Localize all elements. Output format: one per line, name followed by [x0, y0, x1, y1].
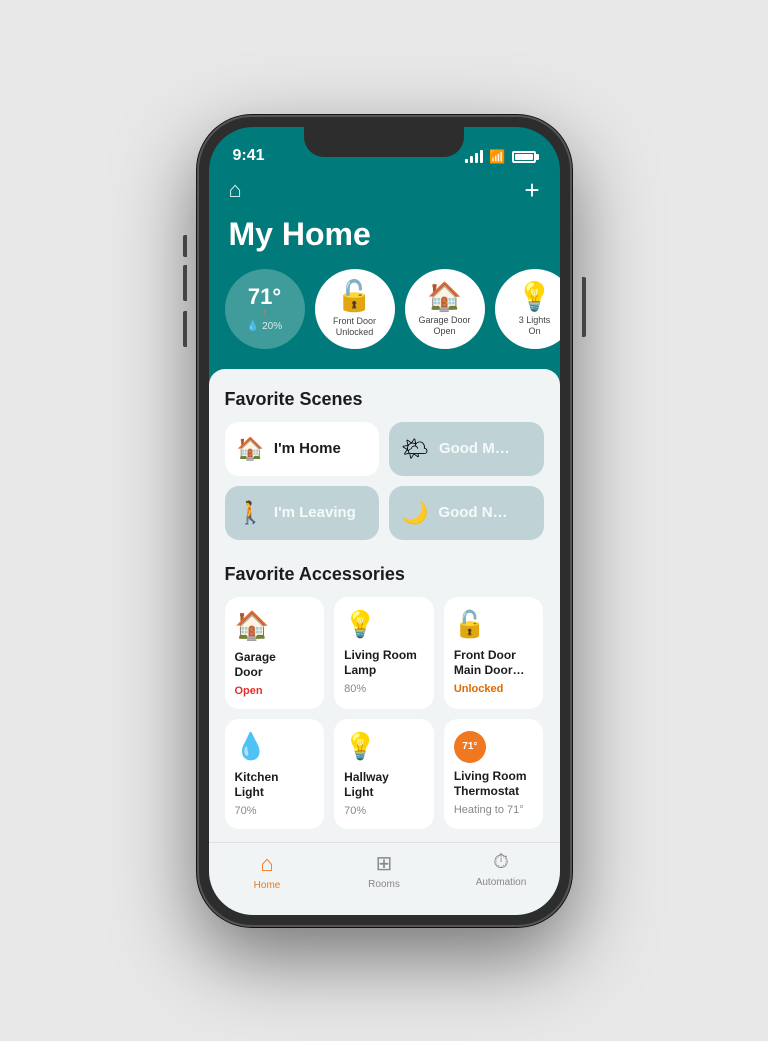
good-morning-icon: 🌤	[401, 436, 429, 462]
garage-door-name: GarageDoor	[235, 650, 315, 681]
lamp-status: 80%	[344, 683, 424, 695]
good-night-icon: 🌙	[401, 500, 428, 526]
status-icons: 📶	[465, 149, 535, 165]
add-button[interactable]: +	[524, 175, 539, 206]
garage-icon: 🏠	[427, 280, 462, 313]
rooms-tab-label: Rooms	[368, 879, 400, 890]
im-leaving-icon: 🚶	[237, 500, 264, 526]
scenes-title: Favorite Scenes	[225, 389, 544, 410]
phone-screen: 9:41 📶 ⌂ + My Home	[209, 127, 560, 915]
garage-label: Garage DoorOpen	[418, 315, 470, 337]
front-door-lock-name: Front DoorMain Door…	[454, 648, 534, 679]
im-home-label: I'm Home	[274, 440, 341, 457]
lamp-icon: 💡	[344, 609, 424, 640]
lights-label: 3 LightsOn	[519, 315, 551, 337]
home-tab-icon: ⌂	[260, 851, 273, 877]
page-title: My Home	[209, 216, 560, 269]
automation-tab-label: Automation	[476, 877, 527, 888]
main-section: Favorite Scenes 🏠 I'm Home 🌤 Good M… 🚶	[209, 369, 560, 842]
scroll-area[interactable]: 71° ↑ 💧 20% 🔓 Front DoorUnlocked 🏠 Garag…	[209, 269, 560, 842]
scene-good-night[interactable]: 🌙 Good N…	[389, 486, 544, 540]
accessories-title: Favorite Accessories	[225, 564, 544, 585]
acc-kitchen-light[interactable]: 💧 KitchenLight 70%	[225, 719, 325, 829]
humidity-value: 💧 20%	[247, 321, 282, 332]
scene-good-morning[interactable]: 🌤 Good M…	[389, 422, 544, 476]
status-row: 71° ↑ 💧 20% 🔓 Front DoorUnlocked 🏠 Garag…	[209, 269, 560, 369]
im-leaving-label: I'm Leaving	[274, 504, 356, 521]
wifi-icon: 📶	[489, 149, 505, 165]
tab-rooms[interactable]: ⊞ Rooms	[326, 851, 443, 891]
kitchen-light-status: 70%	[235, 805, 315, 817]
tab-bar: ⌂ Home ⊞ Rooms ⏱ Automation	[209, 842, 560, 915]
automation-tab-icon: ⏱	[493, 851, 509, 874]
front-door-lock-status: Unlocked	[454, 683, 534, 695]
front-door-label: Front DoorUnlocked	[333, 316, 376, 338]
garage-door-status: Open	[235, 685, 315, 697]
mute-button[interactable]	[183, 235, 187, 257]
status-time: 9:41	[233, 147, 265, 165]
home-nav-icon[interactable]: ⌂	[229, 177, 242, 203]
scenes-grid: 🏠 I'm Home 🌤 Good M… 🚶 I'm Leaving	[225, 422, 544, 540]
power-button[interactable]	[582, 277, 586, 337]
thermostat-name: Living RoomThermostat	[454, 769, 534, 800]
accessories-grid: 🏠 GarageDoor Open 💡 Living RoomLamp 80% …	[225, 597, 544, 829]
acc-front-door-lock[interactable]: 🔓 Front DoorMain Door… Unlocked	[444, 597, 544, 709]
battery-icon	[512, 151, 536, 163]
weather-tile[interactable]: 71° ↑ 💧 20%	[225, 269, 305, 349]
front-door-lock-icon: 🔓	[454, 609, 534, 640]
im-home-icon: 🏠	[237, 436, 264, 462]
lights-tile[interactable]: 💡 3 LightsOn	[495, 269, 560, 349]
good-morning-label: Good M…	[439, 440, 510, 457]
kitchen-light-icon: 💧	[235, 731, 315, 762]
rooms-tab-icon: ⊞	[376, 851, 393, 876]
tab-home[interactable]: ⌂ Home	[209, 851, 326, 891]
temp-trend-icon: ↑	[262, 308, 267, 319]
good-night-label: Good N…	[438, 504, 507, 521]
acc-thermostat[interactable]: 71° Living RoomThermostat Heating to 71°	[444, 719, 544, 829]
garage-door-tile[interactable]: 🏠 Garage DoorOpen	[405, 269, 485, 349]
signal-icon	[465, 150, 483, 163]
lamp-name: Living RoomLamp	[344, 648, 424, 679]
lock-icon: 🔓	[336, 279, 373, 314]
volume-down-button[interactable]	[183, 311, 187, 347]
notch	[304, 127, 464, 157]
volume-up-button[interactable]	[183, 265, 187, 301]
tab-automation[interactable]: ⏱ Automation	[443, 851, 560, 891]
scene-im-leaving[interactable]: 🚶 I'm Leaving	[225, 486, 380, 540]
acc-garage-door[interactable]: 🏠 GarageDoor Open	[225, 597, 325, 709]
acc-hallway-light[interactable]: 💡 HallwayLight 70%	[334, 719, 434, 829]
header: ⌂ +	[209, 171, 560, 216]
temperature-value: 71°	[248, 286, 281, 308]
kitchen-light-name: KitchenLight	[235, 770, 315, 801]
scene-im-home[interactable]: 🏠 I'm Home	[225, 422, 380, 476]
garage-door-icon: 🏠	[235, 609, 315, 642]
phone-frame: 9:41 📶 ⌂ + My Home	[197, 115, 572, 927]
acc-living-room-lamp[interactable]: 💡 Living RoomLamp 80%	[334, 597, 434, 709]
home-tab-label: Home	[254, 880, 281, 891]
front-door-tile[interactable]: 🔓 Front DoorUnlocked	[315, 269, 395, 349]
hallway-light-name: HallwayLight	[344, 770, 424, 801]
hallway-light-status: 70%	[344, 805, 424, 817]
lights-icon: 💡	[517, 280, 552, 313]
thermostat-status: Heating to 71°	[454, 804, 534, 816]
thermostat-badge: 71°	[454, 731, 486, 763]
hallway-light-icon: 💡	[344, 731, 424, 762]
